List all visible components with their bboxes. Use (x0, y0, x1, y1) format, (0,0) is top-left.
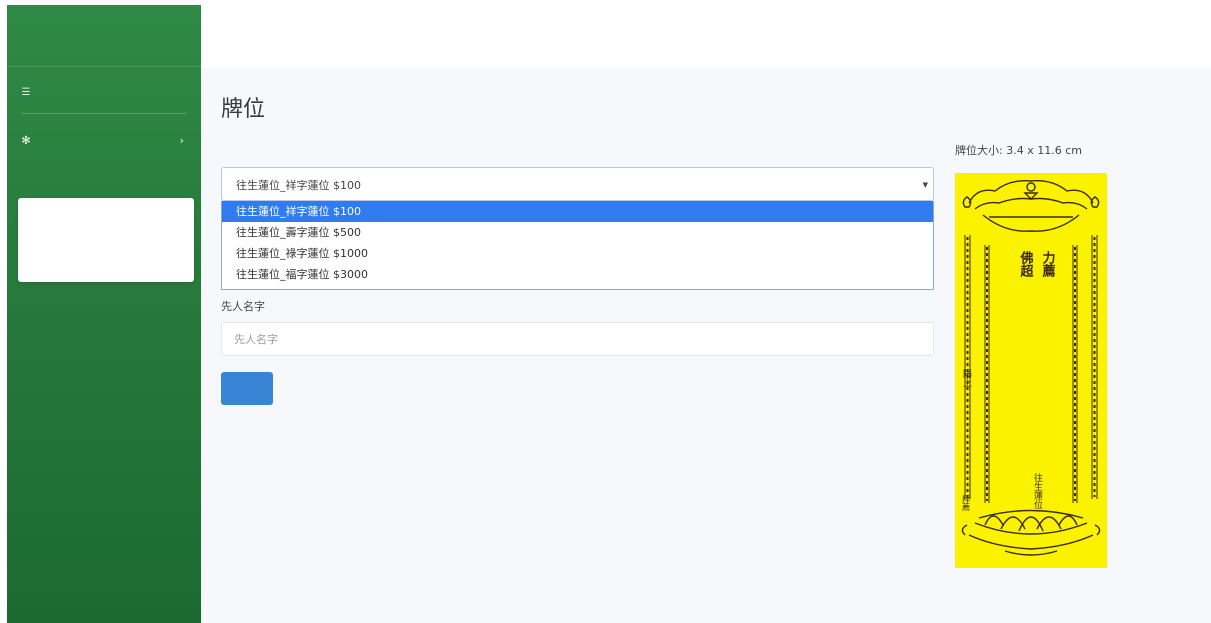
select-dropdown: 往生蓮位_祥字蓮位 $100 往生蓮位_壽字蓮位 $500 往生蓮位_祿字蓮位 … (221, 201, 934, 290)
select-option[interactable]: 往生蓮位_祥字蓮位 $100 (222, 201, 933, 222)
submenu-item-preview[interactable] (18, 237, 194, 254)
sidebar-group-my-tablets[interactable]: ✻ › (20, 131, 201, 149)
chevron-right-icon: › (179, 133, 184, 147)
inscription-side-left: 陽上 (961, 369, 972, 387)
list-icon: ☰ (21, 86, 31, 98)
sidebar-item-home[interactable]: ☰ (20, 84, 201, 100)
gear-icon: ✻ (21, 133, 31, 147)
top-bar (201, 0, 1211, 68)
tablet-type-select[interactable]: 往生蓮位_祥字蓮位 $100 ▼ (221, 167, 934, 201)
brand-title (7, 5, 201, 67)
submit-button[interactable] (221, 372, 273, 405)
memorial-tablet-image: 力薦 佛超 往生蓮位 陽上 拜薦 (955, 173, 1107, 568)
inscription-left: 佛超 (1018, 250, 1035, 278)
sidebar-divider (21, 113, 187, 114)
select-value: 往生蓮位_祥字蓮位 $100 (236, 179, 361, 192)
submenu-item-fill-tablet[interactable] (18, 214, 194, 231)
inscription-bottom-left: 拜薦 (962, 494, 971, 512)
select-option[interactable]: 往生蓮位_祿字蓮位 $1000 (222, 243, 933, 264)
ancestor-name-input[interactable] (221, 322, 934, 356)
select-option[interactable]: 往生蓮位_福字蓮位 $3000 (222, 264, 933, 285)
sidebar: ☰ ✻ › (7, 5, 201, 623)
caret-down-icon: ▼ (922, 181, 928, 189)
page-title: 牌位 (221, 97, 266, 122)
sidebar-submenu (18, 198, 194, 282)
tablet-illustration: 力薦 佛超 往生蓮位 陽上 拜薦 (961, 180, 1101, 556)
inscription-bottom-center: 往生蓮位 (1032, 472, 1043, 510)
select-option[interactable]: 往生蓮位_壽字蓮位 $500 (222, 222, 933, 243)
inscription-right: 力薦 (1040, 250, 1056, 278)
tablet-size-label: 牌位大小: 3.4 x 11.6 cm (955, 144, 1082, 157)
name-label: 先人名字 (221, 300, 265, 313)
